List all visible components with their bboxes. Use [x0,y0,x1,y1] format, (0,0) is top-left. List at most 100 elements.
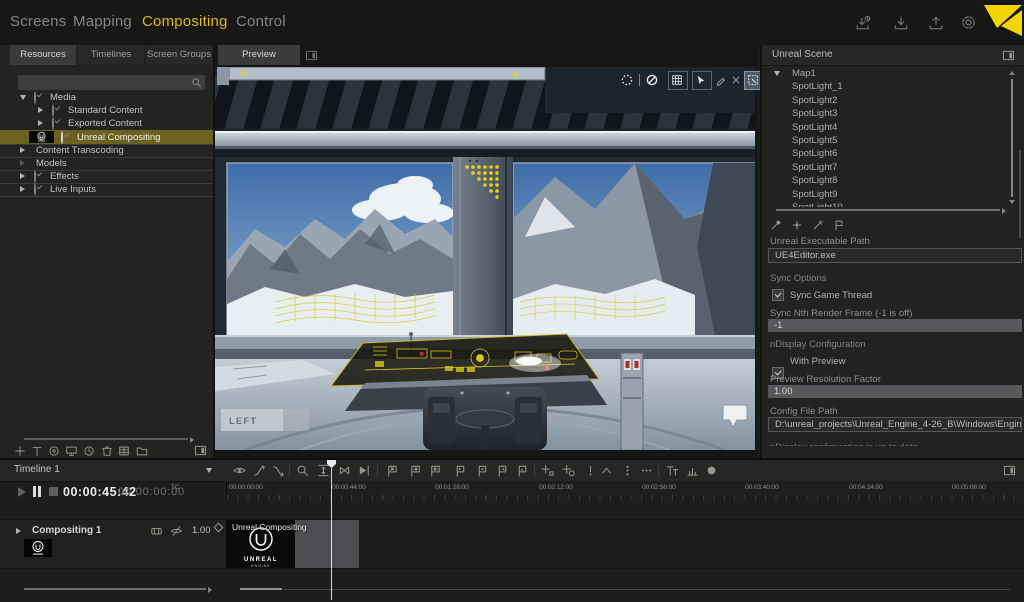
eye-icon[interactable] [233,464,246,477]
tree-item-media[interactable]: Media [0,91,213,104]
track-opacity-value[interactable]: 1.00 [192,525,211,536]
scene-tree-item[interactable]: SpotLight3 [764,107,1006,120]
zoom-range-icon[interactable] [338,464,351,477]
more-horizontal-icon[interactable] [640,464,653,477]
timeline-name[interactable]: Timeline 1 [14,464,60,475]
pipette-icon[interactable] [770,219,782,231]
scene-tree-item[interactable]: SpotLight8 [764,174,1006,187]
pause-button[interactable] [33,486,42,497]
ease-in-icon[interactable] [253,464,266,477]
tree-item-unreal-compositing[interactable]: Unreal Compositing [0,130,213,145]
flag-4-icon[interactable] [516,464,529,477]
tab-preview[interactable]: Preview [218,45,300,65]
scene-tree-root[interactable]: Map1 [764,67,1006,80]
play-button[interactable] [18,487,26,497]
screen-icon[interactable] [65,445,78,457]
pen-tool-icon[interactable] [715,74,727,86]
eye-slash-icon[interactable] [170,525,183,537]
flag-1-icon[interactable] [454,464,467,477]
timecode-mode-label[interactable]: TC [171,484,180,491]
ease-out-icon[interactable] [272,464,285,477]
timeline-clip[interactable]: UNREAL ENGINE Unreal Compositing [227,520,359,568]
nav-tab-control[interactable]: Control [236,13,286,30]
tree-item-effects[interactable]: Effects [0,170,213,184]
preview-resolution-input[interactable]: 1.00 [768,385,1022,398]
vertical-scrollbar[interactable] [1011,79,1013,197]
grid-icon[interactable] [118,445,130,457]
disc-icon[interactable] [48,445,60,457]
keyframe-diamond-icon[interactable] [214,523,224,533]
more-vertical-icon[interactable] [621,464,634,477]
scroll-right-arrow[interactable] [190,437,194,443]
caret-icon[interactable] [600,464,613,477]
zoom-icon[interactable] [296,464,309,477]
upload-icon[interactable] [928,15,944,31]
sync-nth-input[interactable]: -1 [768,319,1022,332]
add-icon[interactable] [14,445,26,457]
window-vertical-scrollbar[interactable] [1019,150,1021,238]
collapsed-caret-icon[interactable] [20,173,25,179]
executable-path-input[interactable]: UE4Editor.exe [768,248,1022,263]
text-icon[interactable] [31,445,43,457]
check-circle-icon[interactable] [52,104,54,117]
tree-item-content-transcoding[interactable]: Content Transcoding [0,144,213,158]
tool-icon[interactable] [812,219,824,231]
tree-item-exported-content[interactable]: Exported Content [0,117,213,130]
detach-panel-icon[interactable] [194,445,207,456]
transcode-clock-icon[interactable] [83,445,95,457]
expanded-caret-icon[interactable] [20,95,26,100]
add-marker-icon[interactable] [541,464,554,477]
track-name[interactable]: Compositing 1 [32,525,101,536]
folder-icon[interactable] [136,445,148,457]
marker-x-icon[interactable] [386,464,399,477]
track-panel-scrollbar[interactable] [24,588,206,590]
horizontal-scrollbar[interactable] [24,438,188,440]
tree-item-standard-content[interactable]: Standard Content [0,104,213,117]
config-file-path-input[interactable]: D:\unreal_projects\Unreal_Engine_4-26_B\… [768,417,1022,432]
scene-tree-item[interactable]: SpotLight5 [764,134,1006,147]
flare-icon[interactable] [791,219,803,231]
check-circle-icon[interactable] [34,183,36,196]
nav-tab-compositing[interactable]: Compositing [142,13,228,30]
tab-timelines[interactable]: Timelines [78,45,144,65]
flag-icon[interactable] [833,219,845,231]
timeline-ruler[interactable]: 00:00:00:00 00:00:44:00 00:01:28:00 00:0… [226,481,1024,502]
warning-icon[interactable] [584,464,597,477]
scroll-right-arrow[interactable] [208,587,212,593]
track-thumbnail[interactable] [24,539,52,557]
horizontal-scrollbar[interactable] [776,209,1000,211]
scene-tree-item[interactable]: SpotLight6 [764,147,1006,160]
collapsed-caret-icon[interactable] [20,147,25,153]
no-output-icon[interactable] [645,73,659,87]
media-card-icon[interactable] [150,525,163,537]
settings-gear-icon[interactable] [960,14,977,31]
scene-tree-item[interactable]: SpotLight9 [764,188,1006,201]
flag-3-icon[interactable] [496,464,509,477]
scene-tree-item[interactable]: SpotLight4 [764,121,1006,134]
nav-tab-mapping[interactable]: Mapping [73,13,132,30]
play-to-marker-icon[interactable] [358,464,371,477]
collapsed-caret-icon[interactable] [20,160,25,166]
scroll-right-arrow[interactable] [1002,208,1006,214]
grid-toggle-button[interactable] [668,71,688,90]
track-expand-caret[interactable] [16,528,21,534]
download-icon[interactable] [893,15,909,31]
marker-out-icon[interactable] [429,464,442,477]
nav-tab-screens[interactable]: Screens [10,13,66,30]
playhead-line[interactable] [331,468,332,600]
check-circle-icon[interactable] [61,131,63,144]
save-history-icon[interactable] [855,15,871,31]
check-circle-icon[interactable] [34,91,36,104]
sync-game-thread-checkbox[interactable] [772,289,784,301]
fit-height-icon[interactable] [317,464,330,477]
detach-panel-icon[interactable] [305,50,318,61]
tab-screen-groups[interactable]: Screen Groups [146,45,212,65]
timeline-dropdown-icon[interactable] [206,468,212,473]
cursor-tool-button[interactable] [692,71,712,90]
check-circle-icon[interactable] [34,170,36,183]
detach-panel-icon[interactable] [1002,50,1015,61]
search-input[interactable] [18,75,205,90]
stop-button[interactable] [49,487,58,496]
add-timer-icon[interactable] [562,464,575,477]
scene-tree-item[interactable]: SpotLight_1 [764,80,1006,93]
